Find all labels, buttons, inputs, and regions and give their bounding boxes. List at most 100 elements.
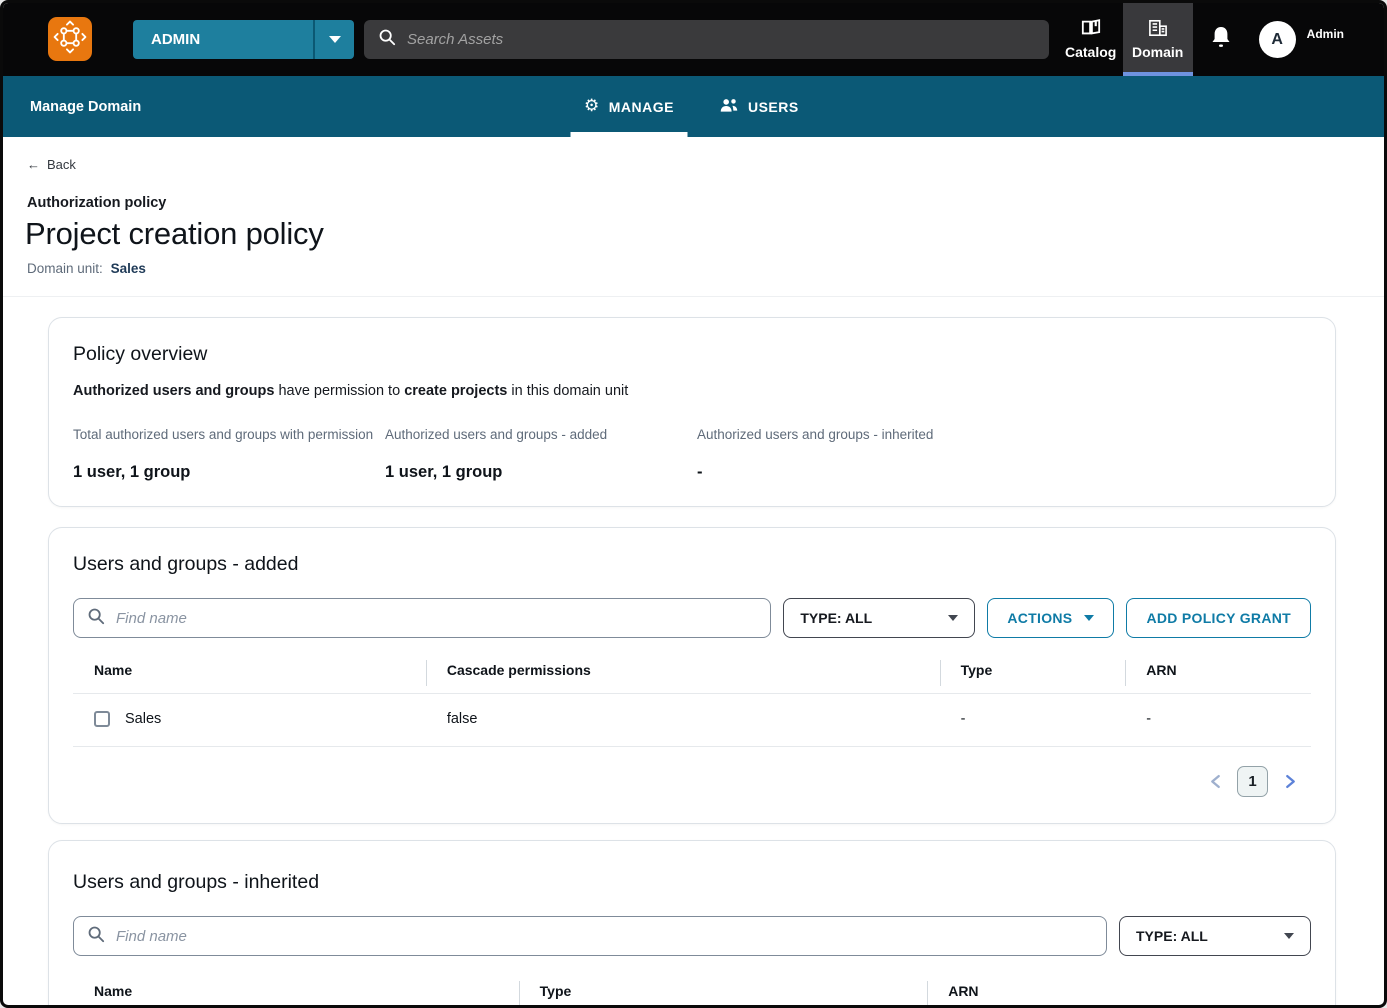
domain-unit-label: Domain unit: [27,261,103,276]
policy-eyebrow: Authorization policy [27,195,167,211]
users-inherited-type-filter[interactable]: TYPE: ALL [1119,916,1311,956]
column-header-arn: ARN [1125,660,1311,686]
row-type-cell: - [960,711,966,727]
row-name-cell: Sales [73,711,426,727]
scope-dropdown-label: ADMIN [133,20,313,59]
tab-users[interactable]: USERS [720,76,799,137]
asset-search-input[interactable] [407,31,1035,48]
topnav-domain[interactable]: Domain [1122,3,1193,76]
tab-manage[interactable]: ⚙ MANAGE [569,76,688,137]
search-icon [87,925,105,948]
top-bar: ADMIN Catalog [3,3,1384,76]
user-name-label: Admin [1306,27,1344,41]
sentence-tail: in this domain unit [507,383,629,399]
users-inherited-card: Users and groups - inherited TYPE: ALL N… [48,840,1336,1005]
stat-inherited: Authorized users and groups - inherited … [697,427,1009,482]
users-added-search[interactable] [73,598,772,638]
actions-button[interactable]: ACTIONS [987,598,1115,638]
users-icon [720,98,739,116]
topnav-catalog-label: Catalog [1064,44,1117,60]
pagination: 1 [73,766,1303,797]
stat-total-value: 1 user, 1 group [73,463,191,481]
users-added-table-header: Name Cascade permissions Type ARN [73,660,1311,694]
scope-dropdown-caret[interactable] [313,20,354,59]
stat-added-label: Authorized users and groups - added [385,427,608,442]
page-number-button[interactable]: 1 [1237,766,1268,797]
sentence-bold-create: create projects [404,383,508,399]
users-added-type-filter[interactable]: TYPE: ALL [783,598,976,638]
asset-search-bar[interactable] [364,20,1049,59]
stat-added: Authorized users and groups - added 1 us… [385,427,697,482]
domain-nav-bar: Manage Domain ⚙ MANAGE USERS [3,76,1384,137]
column-header-arn: ARN [927,981,1311,1005]
policy-overview-sentence: Authorized users and groups have permiss… [73,383,1311,399]
domain-tabs: ⚙ MANAGE USERS [569,76,799,137]
chevron-down-icon [948,615,959,621]
stat-inherited-value: - [697,463,703,481]
previous-page-button[interactable] [1202,769,1228,795]
chevron-down-icon [1084,615,1095,621]
page-title: Project creation policy [25,216,324,251]
domain-building-icon [1148,19,1168,40]
stat-total: Total authorized users and groups with p… [73,427,385,482]
stat-inherited-label: Authorized users and groups - inherited [697,427,934,442]
page-header: ← Back Authorization policy Project crea… [3,137,1384,297]
catalog-book-icon [1081,19,1101,40]
users-inherited-title: Users and groups - inherited [73,871,320,893]
add-policy-grant-button[interactable]: ADD POLICY GRANT [1126,598,1311,638]
type-filter-label: TYPE: ALL [1136,928,1208,944]
topnav-domain-label: Domain [1131,44,1184,60]
users-inherited-toolbar: TYPE: ALL [73,916,1311,956]
users-inherited-table-header: Name Type ARN [73,981,1311,1005]
domain-unit-line: Domain unit: Sales [27,261,1360,276]
users-added-card: Users and groups - added TYPE: ALL ACTIO… [48,527,1336,824]
back-link[interactable]: ← Back [27,157,76,172]
app-window: ADMIN Catalog [0,0,1387,1008]
column-header-name: Name [94,983,133,999]
users-added-search-input[interactable] [116,609,758,627]
table-row: Sales false - - [73,694,1311,747]
stat-total-label: Total authorized users and groups with p… [73,427,374,442]
policy-stats: Total authorized users and groups with p… [73,427,1311,482]
users-inherited-search[interactable] [73,916,1107,956]
scope-dropdown[interactable]: ADMIN [133,20,354,59]
notifications-button[interactable] [1193,3,1249,76]
sentence-bold-authorized: Authorized users and groups [73,383,275,399]
row-cascade-cell: false [446,711,478,727]
row-checkbox[interactable] [94,711,110,727]
tab-users-label: USERS [747,98,799,115]
sentence-mid: have permission to [274,383,405,399]
policy-overview-card: Policy overview Authorized users and gro… [48,317,1336,507]
users-added-toolbar: TYPE: ALL ACTIONS ADD POLICY GRANT [73,598,1311,638]
users-added-table: Name Cascade permissions Type ARN Sales … [73,660,1311,747]
search-icon [87,607,105,630]
tab-manage-label: MANAGE [608,98,674,115]
add-policy-grant-label: ADD POLICY GRANT [1146,610,1291,626]
search-icon [378,28,396,51]
users-added-title: Users and groups - added [73,553,299,575]
users-inherited-search-input[interactable] [116,927,1093,945]
gear-icon: ⚙ [583,96,600,116]
row-name-value: Sales [125,711,162,727]
next-page-button[interactable] [1277,769,1303,795]
users-inherited-table: Name Type ARN [73,981,1311,1005]
topnav-catalog[interactable]: Catalog [1059,3,1123,76]
type-filter-label: TYPE: ALL [800,610,873,626]
policy-overview-title: Policy overview [73,343,208,365]
column-header-type: Type [939,660,1126,686]
bell-icon [1210,25,1232,54]
back-link-label: Back [47,157,76,172]
back-arrow-icon: ← [27,157,40,172]
avatar[interactable]: A [1258,21,1296,58]
datazone-logo[interactable] [48,17,92,61]
chevron-down-icon [328,36,341,43]
domain-unit-value: Sales [110,261,146,276]
manage-domain-label: Manage Domain [30,98,142,115]
user-menu[interactable]: A Admin [1258,21,1344,76]
column-header-type: Type [518,981,928,1005]
row-arn-cell: - [1146,711,1152,727]
column-header-name: Name [94,662,133,678]
chevron-down-icon [1284,933,1294,939]
actions-button-label: ACTIONS [1007,610,1073,626]
datazone-logo-icon [53,20,87,59]
